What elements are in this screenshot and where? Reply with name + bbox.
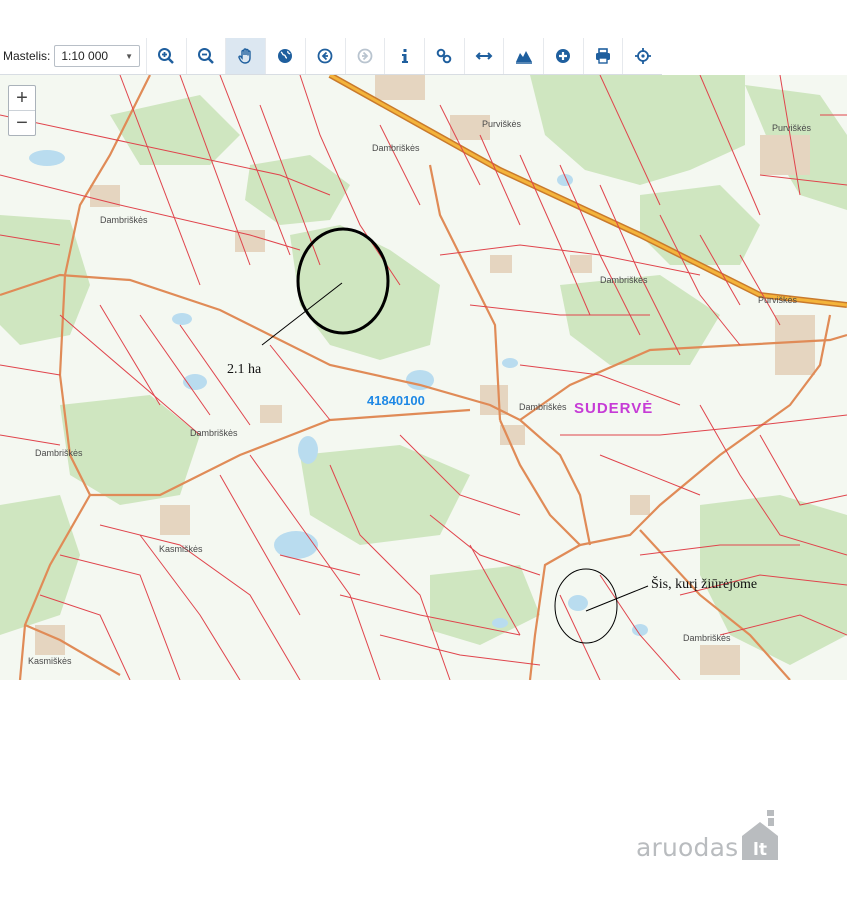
place-label: Dambriškės — [600, 275, 648, 285]
place-label: Kasmiškės — [28, 656, 72, 666]
zoom-out-button[interactable] — [185, 38, 226, 74]
add-button[interactable] — [542, 38, 583, 74]
place-label: Purviškės — [482, 119, 522, 129]
measure-button[interactable] — [463, 38, 504, 74]
back-button[interactable] — [304, 38, 345, 74]
scale-select[interactable]: 1:10 000 ▼ — [54, 45, 141, 67]
dropdown-arrow-icon: ▼ — [125, 51, 134, 61]
scale-label: Mastelis: — [3, 49, 51, 63]
place-label: Dambriškės — [35, 448, 83, 458]
zoom-out-icon — [198, 48, 214, 64]
place-label: Kasmiškės — [159, 544, 203, 554]
place-label: Dambriškės — [372, 143, 420, 153]
place-label: Purviškės — [772, 123, 812, 133]
watermark: aruodas lt — [636, 806, 780, 862]
watermark-text: aruodas — [636, 833, 739, 862]
back-arrow-icon — [317, 48, 333, 64]
locate-icon — [634, 48, 651, 64]
link-icon — [436, 48, 452, 64]
place-label: Dambriškės — [519, 402, 567, 412]
area-annotation: 2.1 ha — [227, 362, 262, 377]
pan-hand-icon — [238, 48, 251, 64]
forward-button[interactable] — [344, 38, 385, 74]
zoom-in-button[interactable] — [146, 38, 186, 74]
pan-button[interactable] — [225, 38, 266, 74]
map-viewport[interactable]: + − Purviškės Purviškės Purviškės Dambri… — [0, 75, 847, 680]
zoom-in-icon — [158, 48, 175, 64]
watermark-badge: lt — [753, 840, 767, 860]
cadastral-number-label: 41840100 — [367, 393, 425, 408]
map-zoom-out-button[interactable]: − — [9, 110, 35, 135]
info-icon — [401, 49, 408, 63]
map-zoom-control: + − — [8, 85, 36, 136]
measure-distance-icon — [475, 52, 493, 60]
district-label: SUDERVĖ — [574, 400, 654, 417]
locate-button[interactable] — [622, 38, 662, 74]
place-label: Dambriškės — [100, 215, 148, 225]
link-button[interactable] — [423, 38, 464, 74]
map-zoom-in-button[interactable]: + — [9, 86, 35, 110]
pond-annotation: Šis, kurį žiūrėjome — [651, 577, 758, 592]
print-icon — [595, 48, 610, 64]
place-label: Purviškės — [758, 295, 798, 305]
globe-icon — [278, 49, 293, 63]
info-button[interactable] — [384, 38, 424, 74]
place-label: Dambriškės — [190, 428, 238, 438]
house-logo-icon: lt — [742, 810, 779, 860]
map-toolbar: Mastelis: 1:10 000 ▼ — [0, 38, 662, 75]
elevation-profile-icon — [515, 51, 532, 64]
add-icon — [556, 49, 571, 63]
place-label: Dambriškės — [683, 633, 731, 643]
elevation-profile-button[interactable] — [503, 38, 543, 74]
forward-arrow-icon — [357, 48, 373, 64]
globe-button[interactable] — [265, 38, 305, 74]
print-button[interactable] — [582, 38, 623, 74]
scale-value: 1:10 000 — [61, 49, 109, 63]
